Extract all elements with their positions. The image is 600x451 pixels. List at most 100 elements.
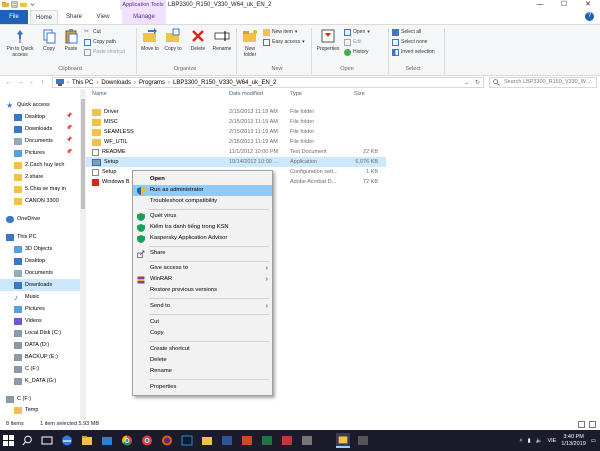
nav-quick-access[interactable]: ★ Quick access: [6, 99, 50, 111]
nav-this-pc[interactable]: This PC: [6, 231, 37, 243]
column-header-date[interactable]: Date modified: [229, 91, 263, 97]
nav-desktop-quick[interactable]: Desktop: [14, 111, 45, 123]
menu-item-troubleshoot[interactable]: Troubleshoot compatibility: [133, 196, 272, 207]
paste-button[interactable]: Paste: [60, 28, 82, 52]
firefox-icon[interactable]: [160, 433, 174, 448]
menu-item-kiem-tra-ksn[interactable]: Kiểm tra danh tiếng trong KSN: [133, 222, 272, 233]
nav-music[interactable]: ♪ Music: [14, 291, 39, 303]
store-icon[interactable]: [100, 433, 114, 448]
copy-path-button[interactable]: Copy path: [84, 38, 116, 46]
notifications-icon[interactable]: ▭: [591, 438, 596, 444]
back-arrow-icon[interactable]: ←: [4, 78, 13, 87]
menu-item-give-access[interactable]: Give access to ›: [133, 263, 272, 274]
file-row-seamless[interactable]: SEAMLESS 2/15/2013 11:19 AM File folder: [86, 127, 386, 137]
nav-videos[interactable]: Videos: [14, 315, 42, 327]
pin-quick-access-button[interactable]: Pin to Quick access: [2, 28, 38, 58]
menu-item-quet-virus[interactable]: Quét virus: [133, 211, 272, 222]
minimize-button[interactable]: —: [528, 0, 552, 10]
nav-temp[interactable]: Temp: [14, 405, 38, 415]
nav-c-f-network[interactable]: C (F:): [6, 393, 31, 405]
new-folder-button[interactable]: New folder: [239, 28, 261, 58]
tab-manage[interactable]: Manage: [122, 10, 166, 24]
nav-pictures-quick[interactable]: Pictures: [14, 147, 45, 159]
file-explorer-icon[interactable]: [80, 433, 94, 448]
chrome-icon[interactable]: [120, 433, 134, 448]
refresh-icon[interactable]: ↻: [475, 79, 480, 86]
rename-button[interactable]: Rename: [210, 28, 234, 52]
menu-item-send-to[interactable]: Send to ›: [133, 301, 272, 312]
new-item-button[interactable]: New item ▾: [263, 28, 297, 36]
breadcrumb-this-pc[interactable]: This PC: [72, 80, 93, 86]
windows-start-icon[interactable]: [3, 435, 14, 446]
edge-icon[interactable]: [60, 433, 74, 448]
nav-3d-objects[interactable]: 3D Objects: [14, 243, 52, 255]
copy-to-button[interactable]: Copy to: [162, 28, 184, 52]
properties-button[interactable]: Properties: [314, 28, 342, 52]
explorer-folder-icon[interactable]: [200, 433, 214, 448]
menu-item-create-shortcut[interactable]: Create shortcut: [133, 344, 272, 355]
address-dropdown-icon[interactable]: ⌄: [464, 79, 469, 86]
nav-desktop[interactable]: Desktop: [14, 255, 45, 267]
file-row-setup-exe[interactable]: Setup 10/14/2012 10:00 ... Application 6…: [86, 157, 386, 167]
tray-chevron-icon[interactable]: ˄: [519, 438, 522, 444]
breadcrumb-programs[interactable]: Programs: [139, 80, 165, 86]
select-all-button[interactable]: Select all: [392, 28, 421, 36]
folder-icon[interactable]: [2, 1, 9, 8]
maximize-button[interactable]: ☐: [552, 0, 576, 10]
move-to-button[interactable]: Move to: [139, 28, 161, 52]
open-button[interactable]: Open ▾: [344, 28, 370, 36]
network-icon[interactable]: ▮: [528, 438, 531, 444]
menu-item-run-as-admin[interactable]: Run as administrator: [133, 185, 272, 196]
menu-item-open[interactable]: Open: [133, 174, 272, 185]
nav-folder-cach-huy-lech[interactable]: 2.Cach huy lech: [14, 159, 64, 171]
forward-arrow-icon[interactable]: →: [16, 78, 25, 87]
breadcrumb-current-folder[interactable]: LBP3300_R150_V330_W64_uk_EN_2: [173, 80, 276, 86]
open-folder-taskbar-icon[interactable]: [336, 433, 350, 448]
column-header-size[interactable]: Size: [354, 91, 365, 97]
search-input[interactable]: Search LBP3300_R150_V330_W...: [489, 77, 597, 88]
tab-share[interactable]: Share: [60, 10, 88, 24]
nav-documents[interactable]: Documents: [14, 267, 53, 279]
input-language[interactable]: VIE: [547, 438, 556, 444]
nav-onedrive[interactable]: OneDrive: [6, 213, 40, 225]
large-icons-view-icon[interactable]: [589, 421, 596, 428]
menu-item-restore-versions[interactable]: Restore previous versions: [133, 285, 272, 296]
pin-icon[interactable]: 📌: [66, 137, 72, 143]
details-view-icon[interactable]: [578, 421, 585, 428]
history-button[interactable]: History: [344, 48, 369, 56]
photoshop-icon[interactable]: [180, 433, 194, 448]
menu-item-rename[interactable]: Rename: [133, 366, 272, 377]
column-header-name[interactable]: Name: [92, 91, 107, 97]
nav-pictures[interactable]: Pictures: [14, 303, 45, 315]
nav-backup-e[interactable]: BACKUP (E:): [14, 351, 58, 363]
properties-icon[interactable]: [11, 1, 18, 8]
excel-icon[interactable]: [260, 433, 274, 448]
pin-icon[interactable]: 📌: [66, 125, 72, 131]
column-header-type[interactable]: Type: [290, 91, 302, 97]
nav-folder-canon[interactable]: CANON 3300: [14, 195, 59, 207]
nav-data-d[interactable]: DATA (D:): [14, 339, 49, 351]
up-arrow-icon[interactable]: ↑: [38, 78, 47, 87]
nav-documents-quick[interactable]: Documents: [14, 135, 53, 147]
menu-item-cut[interactable]: Cut: [133, 317, 272, 328]
recent-locations-chevron-icon[interactable]: ⌄: [27, 78, 36, 87]
nav-c-f[interactable]: C (F:): [14, 363, 39, 375]
help-icon[interactable]: ?: [585, 12, 594, 21]
nav-downloads[interactable]: Downloads: [0, 279, 86, 291]
clock[interactable]: 3:40 PM 1/13/2019: [561, 434, 585, 448]
paste-shortcut-button[interactable]: Paste shortcut: [84, 48, 125, 56]
chrome-icon[interactable]: [140, 433, 154, 448]
powerpoint-icon[interactable]: [240, 433, 254, 448]
nav-downloads-quick[interactable]: Downloads: [14, 123, 52, 135]
volume-icon[interactable]: 🔈: [536, 438, 543, 444]
customize-chevron-icon[interactable]: [29, 1, 36, 8]
cut-button[interactable]: ✂ Cut: [84, 28, 101, 36]
word-icon[interactable]: [220, 433, 234, 448]
invert-selection-button[interactable]: Invert selection: [392, 48, 435, 56]
nav-local-disk-c[interactable]: Local Disk (C:): [14, 327, 61, 339]
pin-icon[interactable]: 📌: [66, 149, 72, 155]
app-icon[interactable]: [356, 433, 370, 448]
file-row-driver[interactable]: Driver 2/15/2013 11:19 AM File folder: [86, 107, 386, 117]
app-icon[interactable]: [300, 433, 314, 448]
tab-view[interactable]: View: [88, 10, 118, 24]
